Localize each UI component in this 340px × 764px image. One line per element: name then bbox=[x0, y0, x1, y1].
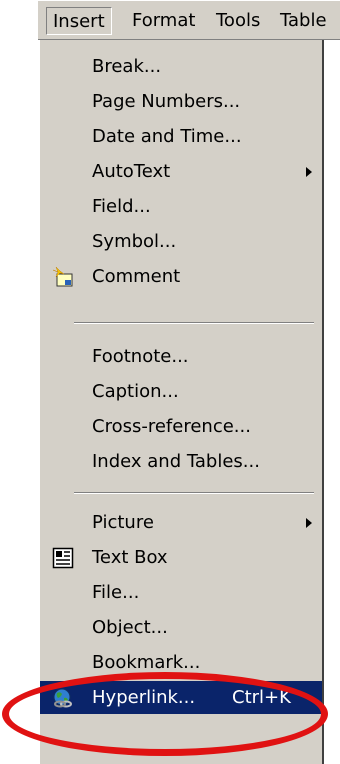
menu-item-shortcut: Ctrl+K bbox=[232, 687, 291, 708]
menu-separator bbox=[74, 322, 314, 324]
menu-item-label: Index and Tables... bbox=[92, 451, 260, 472]
text-box-icon bbox=[52, 547, 74, 569]
menu-item-label: Comment bbox=[92, 266, 181, 287]
menu-item-cross-reference[interactable]: Cross-reference... bbox=[40, 410, 322, 443]
menu-item-file[interactable]: File... bbox=[40, 576, 322, 609]
menu-item-index-and-tables[interactable]: Index and Tables... bbox=[40, 445, 322, 478]
menu-item-object[interactable]: Object... bbox=[40, 611, 322, 644]
insert-menu-dropdown: Break... Page Numbers... Date and Time..… bbox=[38, 40, 324, 764]
menu-item-text-box[interactable]: Text Box bbox=[40, 541, 322, 574]
submenu-arrow-icon bbox=[306, 167, 312, 177]
menu-item-label: Page Numbers... bbox=[92, 91, 241, 112]
submenu-arrow-icon bbox=[306, 518, 312, 528]
menu-item-label: Caption... bbox=[92, 381, 179, 402]
menu-item-label: Break... bbox=[92, 56, 162, 77]
menu-item-label: Bookmark... bbox=[92, 652, 201, 673]
menu-item-label: Picture bbox=[92, 512, 154, 533]
menu-item-label: Date and Time... bbox=[92, 126, 242, 147]
menu-item-date-and-time[interactable]: Date and Time... bbox=[40, 120, 322, 153]
menu-separator bbox=[74, 492, 314, 494]
menu-item-autotext[interactable]: AutoText bbox=[40, 155, 322, 188]
comment-icon bbox=[52, 266, 73, 287]
menu-item-label: AutoText bbox=[92, 161, 171, 182]
menu-table[interactable]: Table bbox=[274, 7, 333, 35]
menu-item-bookmark[interactable]: Bookmark... bbox=[40, 646, 322, 679]
menu-item-hyperlink[interactable]: Hyperlink... Ctrl+K bbox=[40, 681, 322, 714]
menu-bar: Insert Format Tools Table bbox=[38, 0, 340, 40]
menu-item-comment[interactable]: Comment bbox=[40, 260, 322, 293]
menu-item-footnote[interactable]: Footnote... bbox=[40, 340, 322, 373]
menu-item-label: Field... bbox=[92, 196, 151, 217]
menu-format[interactable]: Format bbox=[126, 7, 201, 35]
menu-item-field[interactable]: Field... bbox=[40, 190, 322, 223]
menu-item-label: File... bbox=[92, 582, 140, 603]
menu-item-label: Footnote... bbox=[92, 346, 189, 367]
hyperlink-globe-icon bbox=[53, 688, 72, 708]
menu-item-label: Text Box bbox=[92, 547, 168, 568]
menu-item-label: Object... bbox=[92, 617, 168, 638]
menu-tools[interactable]: Tools bbox=[210, 7, 266, 35]
menu-item-label: Hyperlink... bbox=[92, 687, 196, 708]
menu-item-page-numbers[interactable]: Page Numbers... bbox=[40, 85, 322, 118]
window-edge bbox=[0, 0, 38, 764]
menu-item-picture[interactable]: Picture bbox=[40, 506, 322, 539]
menu-item-caption[interactable]: Caption... bbox=[40, 375, 322, 408]
menu-item-symbol[interactable]: Symbol... bbox=[40, 225, 322, 258]
menu-item-label: Symbol... bbox=[92, 231, 177, 252]
menu-item-label: Cross-reference... bbox=[92, 416, 251, 437]
menu-item-break[interactable]: Break... bbox=[40, 50, 322, 83]
menu-insert[interactable]: Insert bbox=[46, 7, 112, 35]
